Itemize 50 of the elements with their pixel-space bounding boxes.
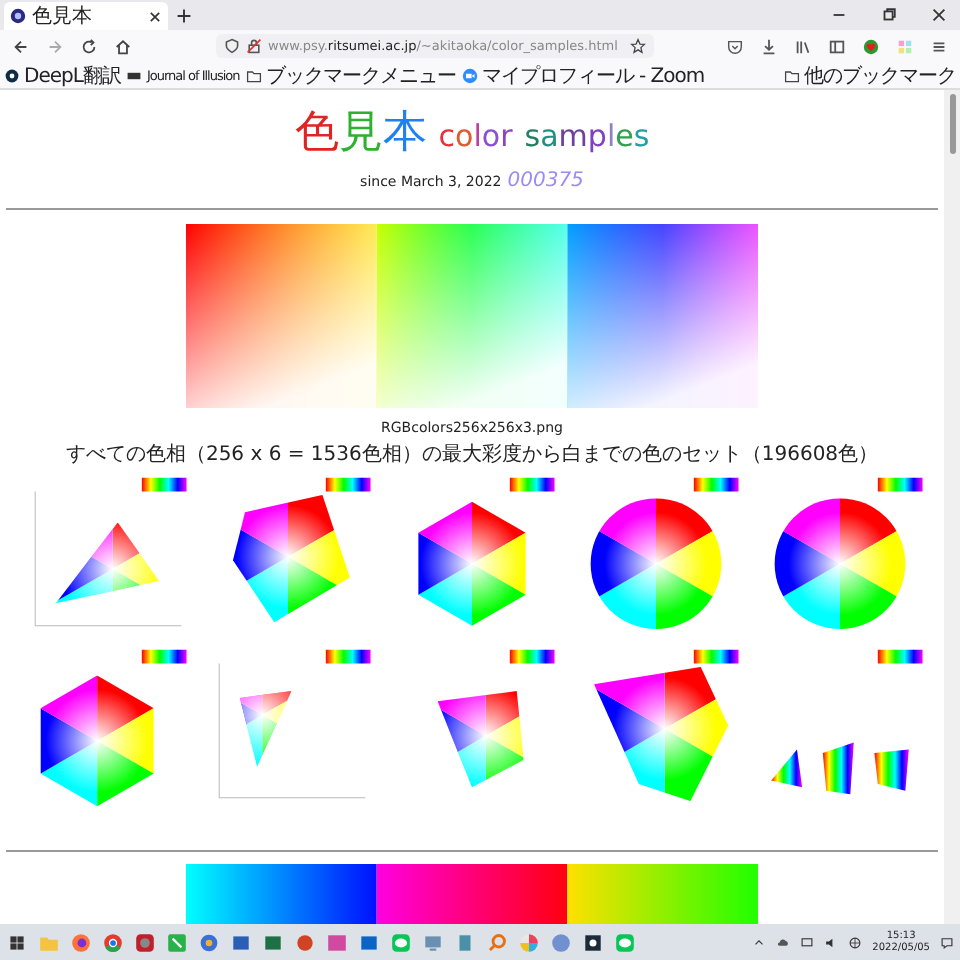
browser-tab[interactable]: 色見本 [4, 2, 168, 30]
title-letter: s [524, 118, 541, 154]
title-character: 本 [382, 110, 427, 158]
lock-icon [246, 38, 262, 54]
home-icon[interactable] [114, 37, 132, 55]
visitor-counter: 000375 [507, 170, 584, 192]
title-letter: o [455, 118, 474, 154]
title-letter: e [615, 118, 634, 154]
image-description: すべての色相（256 x 6 = 1536色相）の最大彩度から白までの色のセット（196608色） [65, 444, 879, 468]
title-letter: l [473, 118, 482, 154]
monitor-icon[interactable] [800, 935, 815, 949]
restore-icon[interactable] [880, 6, 898, 24]
title-letter: r [500, 118, 513, 154]
title-letter: l [606, 118, 616, 154]
folder-icon [784, 67, 800, 83]
bookmark-item[interactable]: マイプロフィール - Zoom [461, 61, 705, 89]
download-icon[interactable] [760, 37, 778, 55]
other-bookmarks[interactable]: 他のブックマーク [784, 61, 956, 89]
chevron-icon[interactable] [752, 935, 767, 949]
title-character: 色 [294, 110, 339, 158]
tab-title: 色見本 [32, 3, 94, 30]
library-icon[interactable] [794, 37, 812, 55]
close-icon[interactable] [148, 9, 162, 23]
windows-icon[interactable] [6, 931, 28, 953]
shield-icon [224, 38, 240, 54]
title-character: 見 [338, 110, 383, 158]
favicon-icon [10, 8, 26, 24]
title-letter: s [633, 118, 650, 154]
folder-icon [245, 67, 262, 83]
bookmark-item[interactable]: DeepL翻訳 [4, 61, 121, 89]
star-icon[interactable] [630, 38, 646, 54]
back-icon[interactable] [12, 37, 30, 55]
menu-icon[interactable] [930, 37, 948, 55]
title-letter: a [540, 118, 559, 154]
close-icon[interactable] [930, 6, 948, 24]
sidebar-icon[interactable] [828, 37, 846, 55]
notification-icon[interactable] [940, 935, 954, 949]
pocket-icon[interactable] [726, 37, 744, 55]
app-icon[interactable] [582, 931, 604, 953]
video-camera-icon [461, 67, 478, 83]
extension-icon[interactable] [862, 37, 880, 55]
title-letter: c [438, 118, 456, 154]
title-letter: o [481, 118, 501, 154]
title-letter: m [558, 118, 588, 154]
reload-icon[interactable] [80, 37, 98, 55]
title-letter: p [587, 118, 607, 154]
new-tab-icon[interactable] [176, 7, 192, 23]
cloud-icon[interactable] [776, 935, 791, 949]
network-icon[interactable] [848, 935, 863, 949]
bookmark-item[interactable]: ブックマークメニュー [245, 61, 456, 89]
